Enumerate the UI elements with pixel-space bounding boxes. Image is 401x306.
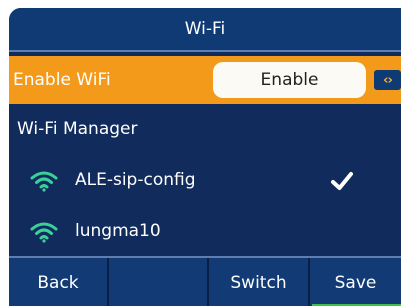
softkey-bar: Back Switch Save (9, 256, 401, 306)
arrows-glyph: ‹› (383, 72, 393, 88)
page-title: Wi-Fi (184, 19, 226, 39)
wifi-icon (30, 171, 58, 192)
back-softkey[interactable]: Back (9, 258, 109, 306)
checkmark-icon (331, 172, 353, 190)
wifi-icon (30, 222, 58, 243)
network-list-item[interactable]: lungma10 (9, 208, 401, 256)
save-softkey-label: Save (334, 273, 377, 293)
switch-softkey-label: Switch (230, 273, 287, 293)
wifi-manager-label: Wi-Fi Manager (17, 119, 138, 139)
switch-softkey[interactable]: Switch (209, 258, 310, 306)
enable-wifi-label: Enable WiFi (13, 70, 111, 90)
wifi-manager-row[interactable]: Wi-Fi Manager (9, 105, 401, 153)
wifi-settings-panel: Wi-Fi Enable WiFi Enable ‹› Wi-Fi Manage… (9, 8, 401, 306)
network-list-item[interactable]: ALE-sip-config (9, 157, 401, 205)
phone-screen: Wi-Fi Enable WiFi Enable ‹› Wi-Fi Manage… (0, 0, 401, 306)
network-name: ALE-sip-config (75, 170, 196, 190)
enable-wifi-select[interactable]: Enable (213, 62, 366, 98)
title-bar: Wi-Fi (9, 8, 401, 52)
back-softkey-label: Back (37, 273, 79, 293)
empty-softkey[interactable] (109, 258, 209, 306)
network-name: lungma10 (75, 221, 161, 241)
enable-wifi-row[interactable]: Enable WiFi Enable ‹› (9, 56, 401, 104)
enable-wifi-value: Enable (260, 70, 319, 90)
save-softkey[interactable]: Save (310, 258, 401, 306)
left-right-arrows-icon[interactable]: ‹› (374, 70, 401, 90)
